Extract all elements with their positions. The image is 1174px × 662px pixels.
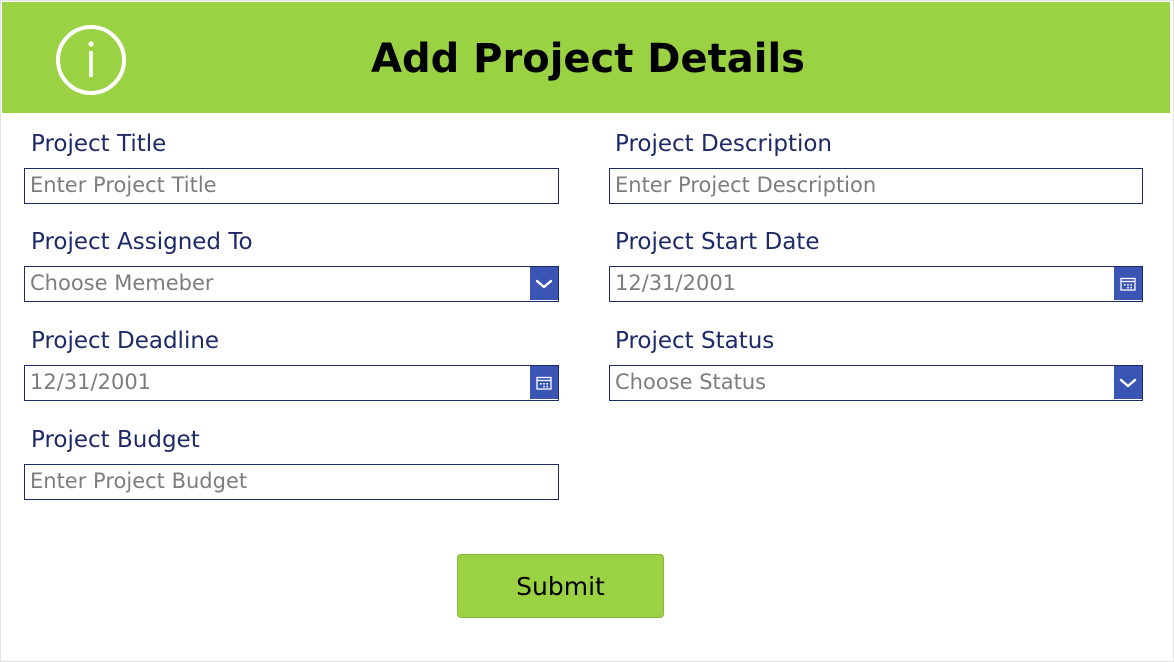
project-title-label: Project Title [31,131,167,157]
project-budget-input[interactable] [30,465,551,498]
project-budget-field [24,464,559,500]
chevron-down-icon [535,279,553,288]
project-status-label: Project Status [615,328,775,354]
project-assigned-to-value: Choose Memeber [30,271,214,295]
project-deadline-value: 12/31/2001 [30,370,152,394]
project-description-label: Project Description [615,131,832,157]
chevron-down-icon [1119,378,1137,387]
project-start-date-label: Project Start Date [615,229,820,255]
app-screen: Add Project Details Project Title Projec… [0,0,1174,662]
calendar-icon [536,376,552,390]
project-assigned-to-dropdown-button[interactable] [530,267,558,300]
project-start-date-calendar-button[interactable] [1114,267,1142,300]
project-deadline-calendar-button[interactable] [530,366,558,399]
project-start-date-value: 12/31/2001 [615,271,737,295]
project-status-dropdown[interactable]: Choose Status [609,365,1143,401]
submit-button[interactable]: Submit [457,554,664,618]
project-budget-label: Project Budget [31,427,200,453]
project-deadline-label: Project Deadline [31,328,220,354]
project-assigned-to-dropdown[interactable]: Choose Memeber [24,266,559,302]
project-title-input[interactable] [30,169,551,202]
project-deadline-picker[interactable]: 12/31/2001 [24,365,559,401]
project-description-input[interactable] [615,169,1135,202]
page-title: Add Project Details [371,36,805,82]
project-assigned-to-label: Project Assigned To [31,229,253,255]
project-title-field [24,168,559,204]
project-status-dropdown-button[interactable] [1114,366,1142,399]
calendar-icon [1120,277,1136,291]
project-start-date-picker[interactable]: 12/31/2001 [609,266,1143,302]
project-status-value: Choose Status [615,370,767,394]
project-description-field [609,168,1143,204]
